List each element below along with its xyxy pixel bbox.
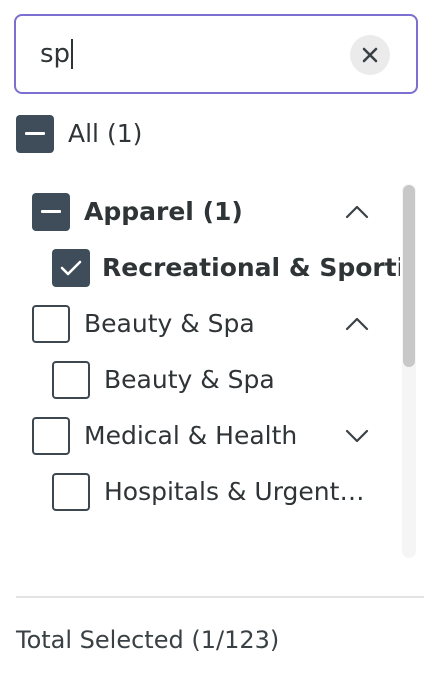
recreational-sporting-checkbox[interactable] [52, 249, 90, 287]
apparel-label[interactable]: Apparel (1) [84, 193, 243, 231]
total-selected-text: Total Selected (1/123) [16, 626, 280, 654]
beauty-spa-checkbox[interactable] [52, 361, 90, 399]
hospitals-urgent-label[interactable]: Hospitals & Urgent… [104, 473, 364, 511]
chevron-down-icon [345, 429, 369, 443]
scrollbar-thumb[interactable] [403, 185, 415, 367]
hospitals-urgent-checkbox[interactable] [52, 473, 90, 511]
minus-icon [25, 132, 45, 135]
chevron-up-icon [345, 205, 369, 219]
chevron-up-icon [345, 317, 369, 331]
beauty-spa-label[interactable]: Beauty & Spa [104, 361, 275, 399]
footer-divider [16, 596, 424, 598]
medical-health-expand-toggle[interactable] [344, 423, 370, 449]
minus-icon [41, 210, 61, 213]
apparel-checkbox[interactable] [32, 193, 70, 231]
beauty-spa-group-checkbox[interactable] [32, 305, 70, 343]
medical-health-label[interactable]: Medical & Health [84, 417, 297, 455]
apparel-collapse-toggle[interactable] [344, 199, 370, 225]
beauty-spa-collapse-toggle[interactable] [344, 311, 370, 337]
close-icon [362, 47, 378, 63]
all-checkbox[interactable] [16, 115, 54, 153]
check-icon [60, 260, 82, 276]
search-field[interactable]: sp [14, 14, 418, 94]
all-label[interactable]: All (1) [68, 115, 142, 153]
text-caret [71, 39, 74, 69]
clear-search-button[interactable] [350, 35, 390, 75]
search-input[interactable]: sp [40, 36, 74, 72]
beauty-spa-group-label[interactable]: Beauty & Spa [84, 305, 255, 343]
recreational-sporting-label[interactable]: Recreational & Sporting [102, 249, 400, 287]
category-tree[interactable]: Apparel (1) Recreational & Sporting Beau… [0, 180, 400, 560]
search-input-value: sp [40, 39, 71, 69]
medical-health-checkbox[interactable] [32, 417, 70, 455]
